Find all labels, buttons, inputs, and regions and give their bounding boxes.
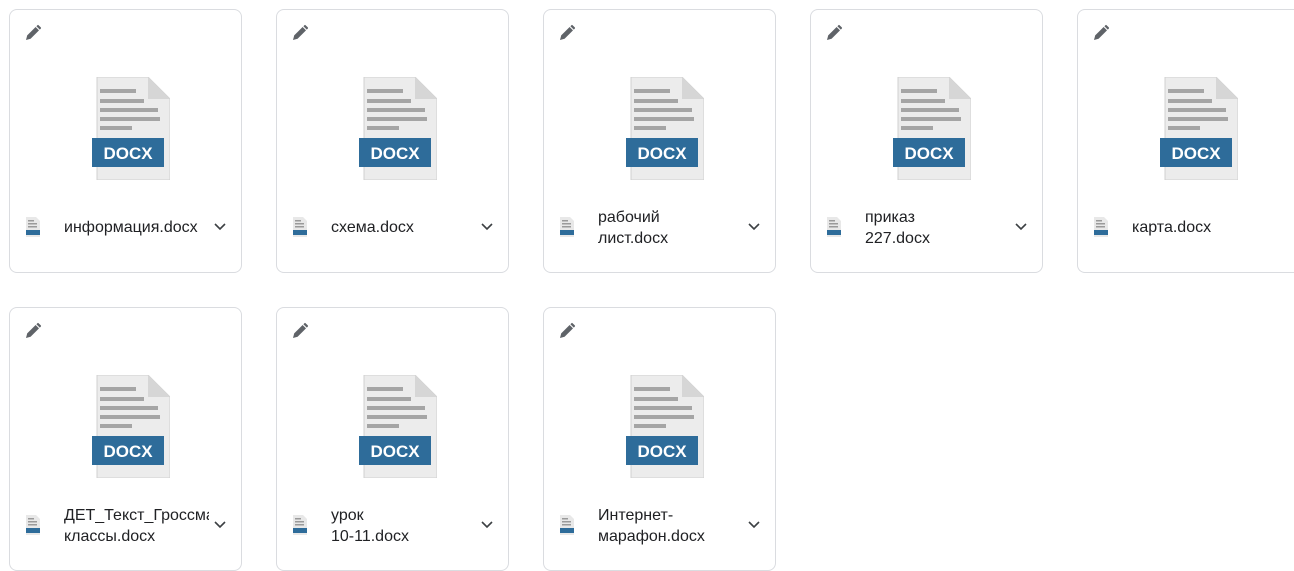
file-card[interactable]: DOCX схема.docx	[276, 9, 509, 273]
docx-document-icon: DOCX	[626, 374, 705, 479]
docx-badge-text: DOCX	[370, 144, 420, 163]
chevron-down-icon[interactable]	[480, 219, 494, 233]
chevron-down-icon[interactable]	[213, 219, 227, 233]
file-name[interactable]: карта.docx	[1132, 217, 1277, 238]
docx-file-icon	[1094, 217, 1108, 237]
file-name[interactable]: информация.docx	[64, 217, 209, 238]
file-card-footer[interactable]: Интернет- марафон.docx	[544, 505, 775, 559]
file-name[interactable]: приказ 227.docx	[865, 207, 1010, 249]
docx-document-icon: DOCX	[359, 374, 438, 479]
pencil-icon[interactable]	[558, 322, 576, 340]
docx-file-icon	[26, 515, 40, 535]
file-card[interactable]: DOCX информация.docx	[9, 9, 242, 273]
pencil-icon[interactable]	[291, 322, 309, 340]
docx-badge-text: DOCX	[370, 442, 420, 461]
file-card-footer[interactable]: информация.docx	[10, 207, 241, 261]
file-card[interactable]: DOCX урок 10-11.docx	[276, 307, 509, 571]
docx-document-icon: DOCX	[359, 76, 438, 181]
pencil-icon[interactable]	[291, 24, 309, 42]
chevron-down-icon[interactable]	[213, 517, 227, 531]
file-name[interactable]: ДЕТ_Текст_Гроссмана классы.docx	[64, 505, 209, 547]
file-card-footer[interactable]: приказ 227.docx	[811, 207, 1042, 261]
file-card[interactable]: DOCX приказ 227.docx	[810, 9, 1043, 273]
file-card-footer[interactable]: ДЕТ_Текст_Гроссмана классы.docx	[10, 505, 241, 559]
pencil-icon[interactable]	[1092, 24, 1110, 42]
file-name[interactable]: рабочий лист.docx	[598, 207, 743, 249]
docx-badge-text: DOCX	[904, 144, 954, 163]
docx-badge-text: DOCX	[103, 442, 153, 461]
file-card-footer[interactable]: карта.docx	[1078, 207, 1294, 261]
docx-badge-text: DOCX	[637, 144, 687, 163]
file-name[interactable]: урок 10-11.docx	[331, 505, 476, 547]
docx-file-icon	[293, 515, 307, 535]
pencil-icon[interactable]	[825, 24, 843, 42]
pencil-icon[interactable]	[24, 24, 42, 42]
file-card[interactable]: DOCX рабочий лист.docx	[543, 9, 776, 273]
chevron-down-icon[interactable]	[747, 219, 761, 233]
file-card-footer[interactable]: схема.docx	[277, 207, 508, 261]
docx-file-icon	[560, 515, 574, 535]
file-card[interactable]: DOCX карта.docx	[1077, 9, 1294, 273]
pencil-icon[interactable]	[558, 24, 576, 42]
file-card-footer[interactable]: рабочий лист.docx	[544, 207, 775, 261]
docx-document-icon: DOCX	[92, 374, 171, 479]
chevron-down-icon[interactable]	[480, 517, 494, 531]
docx-document-icon: DOCX	[626, 76, 705, 181]
chevron-down-icon[interactable]	[1014, 219, 1028, 233]
docx-file-icon	[827, 217, 841, 237]
file-name[interactable]: Интернет- марафон.docx	[598, 505, 743, 547]
file-name[interactable]: схема.docx	[331, 217, 476, 238]
file-card[interactable]: DOCX Интернет- марафон.docx	[543, 307, 776, 571]
file-card[interactable]: DOCX ДЕТ_Текст_Гроссмана классы.docx	[9, 307, 242, 571]
file-card-footer[interactable]: урок 10-11.docx	[277, 505, 508, 559]
docx-badge-text: DOCX	[103, 144, 153, 163]
docx-document-icon: DOCX	[1160, 76, 1239, 181]
docx-badge-text: DOCX	[637, 442, 687, 461]
docx-file-icon	[26, 217, 40, 237]
pencil-icon[interactable]	[24, 322, 42, 340]
chevron-down-icon[interactable]	[747, 517, 761, 531]
docx-document-icon: DOCX	[92, 76, 171, 181]
docx-file-icon	[560, 217, 574, 237]
docx-document-icon: DOCX	[893, 76, 972, 181]
docx-badge-text: DOCX	[1171, 144, 1221, 163]
docx-file-icon	[293, 217, 307, 237]
